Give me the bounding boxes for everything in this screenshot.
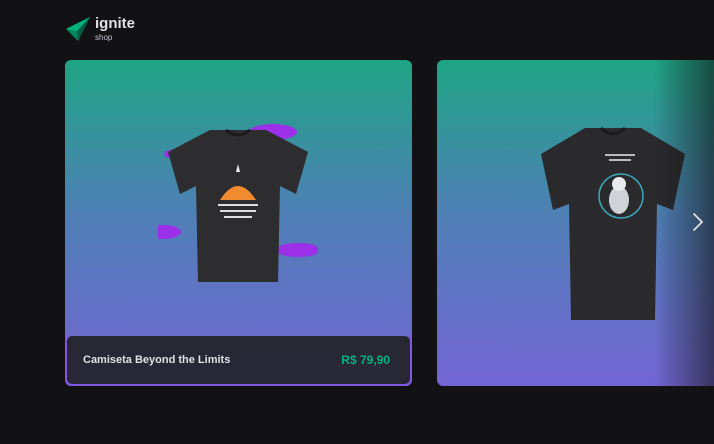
logo-title: ignite: [95, 15, 135, 32]
product-price: R$ 79,90: [341, 353, 390, 367]
product-name: Camiseta Beyond the Limits: [83, 354, 231, 366]
product-footer: Camiseta Beyond the Limits R$ 79,90: [67, 336, 410, 384]
logo[interactable]: ignite shop: [65, 16, 135, 42]
product-card[interactable]: Camiseta Beyond the Limits R$ 79,90: [65, 60, 412, 386]
logo-subtitle: shop: [95, 33, 113, 42]
ignite-logo-icon: [66, 17, 90, 41]
tshirt-image: [158, 124, 318, 282]
chevron-right-icon: [693, 213, 703, 231]
carousel-next-button[interactable]: [688, 208, 708, 236]
